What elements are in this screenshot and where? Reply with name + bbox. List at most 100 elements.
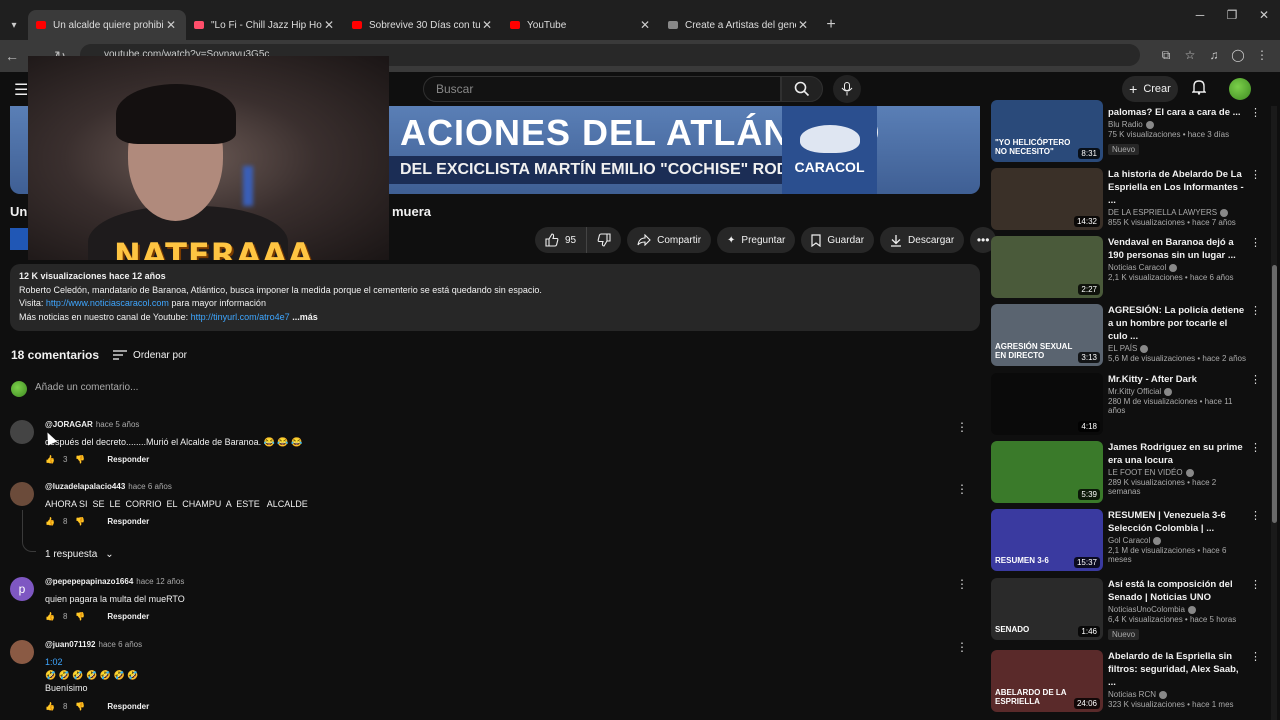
close-tab-icon[interactable]: ✕ bbox=[322, 18, 336, 32]
browser-tab[interactable]: YouTube ✕ bbox=[502, 10, 660, 40]
comment-dislike-icon[interactable]: 👎 bbox=[75, 517, 85, 526]
comment-dislike-icon[interactable]: 👎 bbox=[75, 702, 85, 711]
related-video-title[interactable]: Así está la composición del Senado | Not… bbox=[1108, 578, 1248, 604]
related-video-menu-icon[interactable]: ⋮ bbox=[1250, 650, 1261, 663]
profile-icon[interactable]: ◯ bbox=[1226, 44, 1250, 66]
related-video[interactable]: 14:32 La historia de Abelardo De La Espr… bbox=[990, 168, 1270, 230]
show-more-link[interactable]: ...más bbox=[290, 312, 318, 322]
related-video-menu-icon[interactable]: ⋮ bbox=[1250, 236, 1261, 249]
ask-button[interactable]: ✦ Preguntar bbox=[717, 227, 796, 253]
video-description[interactable]: 12 K visualizaciones hace 12 años Robert… bbox=[10, 264, 980, 331]
comment-author[interactable]: @JORAGAR bbox=[45, 420, 93, 429]
related-video-title[interactable]: Mr.Kitty - After Dark bbox=[1108, 373, 1248, 386]
download-button[interactable]: Descargar bbox=[880, 227, 965, 253]
back-arrow-icon[interactable]: ← bbox=[0, 48, 24, 64]
related-video-channel[interactable]: Noticias Caracol bbox=[1108, 263, 1166, 272]
comment-dislike-icon[interactable]: 👎 bbox=[75, 455, 85, 464]
related-video-title[interactable]: La historia de Abelardo De La Espriella … bbox=[1108, 168, 1248, 207]
related-video-channel[interactable]: Noticias RCN bbox=[1108, 690, 1156, 699]
dislike-button[interactable] bbox=[587, 227, 622, 253]
related-video-title[interactable]: AGRESIÓN: La policía detiene a un hombre… bbox=[1108, 304, 1248, 343]
related-video-menu-icon[interactable]: ⋮ bbox=[1250, 578, 1261, 591]
media-icon[interactable]: ♫ bbox=[1202, 44, 1226, 66]
related-video[interactable]: RESUMEN 3-6 15:37 RESUMEN | Venezuela 3-6… bbox=[990, 509, 1270, 571]
bookmark-star-icon[interactable]: ☆ bbox=[1178, 44, 1202, 66]
comment-author[interactable]: @juan071192 bbox=[45, 640, 96, 649]
related-video-menu-icon[interactable]: ⋮ bbox=[1250, 106, 1261, 119]
view-replies-button[interactable]: 1 respuesta ⌄ bbox=[45, 549, 114, 560]
description-link[interactable]: http://tinyurl.com/atro4e7 bbox=[191, 312, 290, 322]
comment-dislike-icon[interactable]: 👎 bbox=[75, 612, 85, 621]
comment-time[interactable]: hace 12 años bbox=[136, 577, 184, 586]
comment-time[interactable]: hace 6 años bbox=[99, 640, 143, 649]
voice-search-button[interactable] bbox=[833, 75, 861, 103]
comment-time[interactable]: hace 5 años bbox=[96, 420, 140, 429]
related-video-channel[interactable]: DE LA ESPRIELLA LAWYERS bbox=[1108, 208, 1217, 217]
comment-menu-icon[interactable]: ⋮ bbox=[956, 482, 968, 496]
video-thumbnail[interactable]: AGRESIÓN SEXUAL EN DIRECTO 3:13 bbox=[991, 304, 1103, 366]
save-button[interactable]: Guardar bbox=[801, 227, 875, 253]
related-video-menu-icon[interactable]: ⋮ bbox=[1250, 168, 1261, 181]
browser-menu-icon[interactable]: ⋮ bbox=[1250, 44, 1274, 66]
related-video-channel[interactable]: Blu Radio bbox=[1108, 120, 1143, 129]
browser-tab[interactable]: Sobrevive 30 Días con tu Ex en l✕ bbox=[344, 10, 502, 40]
related-video-title[interactable]: palomas? El cara a cara de ... bbox=[1108, 106, 1248, 119]
maximize-icon[interactable]: ❐ bbox=[1216, 0, 1248, 30]
reply-button[interactable]: Responder bbox=[107, 517, 149, 526]
related-video[interactable]: 2:27 Vendaval en Baranoa dejó a 190 pers… bbox=[990, 236, 1270, 298]
related-video-channel[interactable]: Mr.Kitty Official bbox=[1108, 387, 1161, 396]
related-video-menu-icon[interactable]: ⋮ bbox=[1250, 304, 1261, 317]
related-video-title[interactable]: RESUMEN | Venezuela 3-6 Selección Colomb… bbox=[1108, 509, 1248, 535]
comment-menu-icon[interactable]: ⋮ bbox=[956, 640, 968, 654]
comment-like-icon[interactable]: 👍 bbox=[45, 612, 55, 621]
related-video[interactable]: "YO HELICÓPTERO NO NECESITO" 8:31 palomas… bbox=[990, 100, 1270, 168]
search-button[interactable] bbox=[781, 76, 823, 102]
browser-tab[interactable]: Un alcalde quiere prohibir por d✕ bbox=[28, 10, 186, 40]
related-video[interactable]: SENADO 1:46 Así está la composición del S… bbox=[990, 578, 1270, 640]
related-video[interactable]: AGRESIÓN SEXUAL EN DIRECTO 3:13 AGRESIÓN:… bbox=[990, 304, 1270, 366]
comment-author[interactable]: @luzadelapalacio443 bbox=[45, 482, 125, 491]
related-video-channel[interactable]: Gol Caracol bbox=[1108, 536, 1150, 545]
related-video-menu-icon[interactable]: ⋮ bbox=[1250, 509, 1261, 522]
create-button[interactable]: + Crear bbox=[1122, 76, 1178, 102]
scrollbar-thumb[interactable] bbox=[1272, 265, 1277, 523]
related-video[interactable]: ABELARDO DE LA ESPRIELLA 24:06 Abelardo d… bbox=[990, 650, 1270, 712]
close-tab-icon[interactable]: ✕ bbox=[638, 18, 652, 32]
video-thumbnail[interactable]: 14:32 bbox=[991, 168, 1103, 230]
video-thumbnail[interactable]: 5:39 bbox=[991, 441, 1103, 503]
commenter-avatar[interactable]: p bbox=[10, 577, 34, 601]
close-window-icon[interactable]: ✕ bbox=[1248, 0, 1280, 30]
comment-like-icon[interactable]: 👍 bbox=[45, 455, 55, 464]
video-thumbnail[interactable]: SENADO 1:46 bbox=[991, 578, 1103, 640]
description-link[interactable]: http://www.noticiascaracol.com bbox=[46, 298, 169, 308]
related-video-channel[interactable]: EL PAÍS bbox=[1108, 344, 1137, 353]
hamburger-menu-icon[interactable]: ☰ bbox=[14, 80, 28, 100]
close-tab-icon[interactable]: ✕ bbox=[164, 18, 178, 32]
reply-button[interactable]: Responder bbox=[107, 455, 149, 464]
new-tab-button[interactable]: + bbox=[818, 16, 844, 34]
close-tab-icon[interactable]: ✕ bbox=[796, 18, 810, 32]
share-button[interactable]: Compartir bbox=[627, 227, 712, 253]
video-thumbnail[interactable]: "YO HELICÓPTERO NO NECESITO" 8:31 bbox=[991, 100, 1103, 162]
search-input[interactable]: Buscar bbox=[423, 76, 781, 102]
related-video-menu-icon[interactable]: ⋮ bbox=[1250, 373, 1261, 386]
related-video-channel[interactable]: LE FOOT EN VIDÉO bbox=[1108, 468, 1183, 477]
comment-timestamp-link[interactable]: 1:02 bbox=[45, 657, 63, 667]
related-video-title[interactable]: Vendaval en Baranoa dejó a 190 personas … bbox=[1108, 236, 1248, 262]
related-video-title[interactable]: Abelardo de la Espriella sin filtros: se… bbox=[1108, 650, 1248, 689]
notifications-button[interactable] bbox=[1191, 79, 1207, 100]
related-video[interactable]: 5:39 James Rodriguez en su prime era una… bbox=[990, 441, 1270, 503]
related-video-title[interactable]: James Rodriguez en su prime era una locu… bbox=[1108, 441, 1248, 467]
video-thumbnail[interactable]: ABELARDO DE LA ESPRIELLA 24:06 bbox=[991, 650, 1103, 712]
comment-like-icon[interactable]: 👍 bbox=[45, 517, 55, 526]
minimize-icon[interactable]: ─ bbox=[1184, 0, 1216, 30]
comment-menu-icon[interactable]: ⋮ bbox=[956, 420, 968, 434]
comment-menu-icon[interactable]: ⋮ bbox=[956, 577, 968, 591]
commenter-avatar[interactable] bbox=[10, 420, 34, 444]
comment-time[interactable]: hace 6 años bbox=[128, 482, 172, 491]
install-icon[interactable]: ⧉ bbox=[1154, 44, 1178, 66]
add-comment-input[interactable]: Añade un comentario... bbox=[35, 382, 975, 396]
comment-like-icon[interactable]: 👍 bbox=[45, 702, 55, 711]
like-button[interactable]: 95 bbox=[535, 227, 588, 253]
close-tab-icon[interactable]: ✕ bbox=[480, 18, 494, 32]
